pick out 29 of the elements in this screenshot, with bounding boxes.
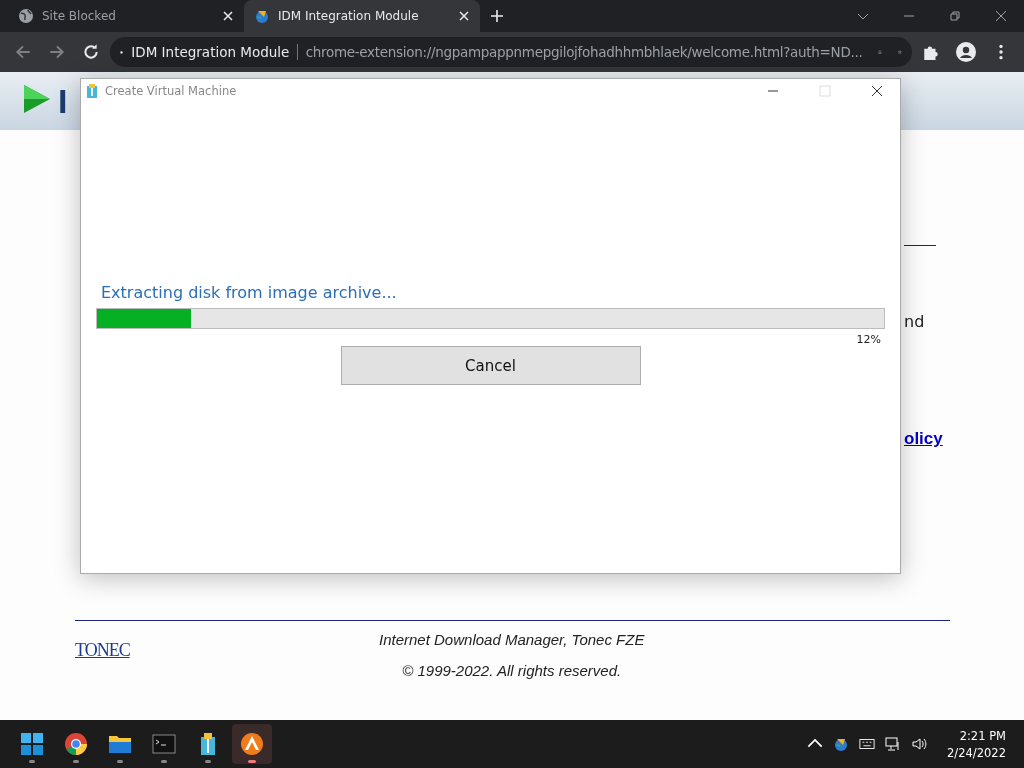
chrome-icon bbox=[64, 732, 88, 756]
logo-text: I bbox=[58, 81, 68, 121]
windows-icon bbox=[20, 732, 44, 756]
footer-text: Internet Download Manager, Tonec FZE bbox=[379, 631, 645, 648]
terminal-icon bbox=[152, 732, 176, 756]
policy-link[interactable]: olicy bbox=[904, 429, 943, 449]
keyboard-icon[interactable] bbox=[859, 736, 876, 752]
archive-icon bbox=[85, 83, 99, 99]
company-logo[interactable]: TONEC bbox=[75, 639, 375, 661]
cancel-button[interactable]: Cancel bbox=[340, 346, 641, 385]
footer-text: © 1999-2022. All rights reserved. bbox=[402, 662, 622, 679]
body-text: nd bbox=[904, 312, 925, 331]
restore-icon[interactable] bbox=[949, 10, 961, 22]
browser-tab[interactable]: Site Blocked bbox=[8, 0, 244, 32]
volume-icon[interactable] bbox=[911, 736, 928, 752]
browser-tab[interactable]: IDM Integration Module bbox=[244, 0, 480, 32]
maximize-icon bbox=[819, 85, 831, 97]
network-icon[interactable] bbox=[885, 736, 902, 752]
close-icon[interactable] bbox=[995, 10, 1007, 22]
percent-text: 12% bbox=[856, 333, 881, 346]
globe-icon bbox=[18, 8, 34, 24]
app-icon bbox=[240, 732, 264, 756]
clock[interactable]: 2:21 PM 2/24/2022 bbox=[947, 728, 1006, 760]
status-text: Extracting disk from image archive... bbox=[101, 283, 398, 302]
close-icon[interactable] bbox=[871, 85, 883, 97]
new-tab-icon[interactable] bbox=[490, 9, 504, 23]
address-bar[interactable]: IDM Integration Module chrome-extension://ngpampappnmepgilojfohadhhmbhlaek/welcome.html?auth=ND... bbox=[110, 37, 912, 67]
launcher-taskbar-button[interactable] bbox=[232, 724, 272, 764]
window-title: Create Virtual Machine bbox=[105, 84, 237, 98]
